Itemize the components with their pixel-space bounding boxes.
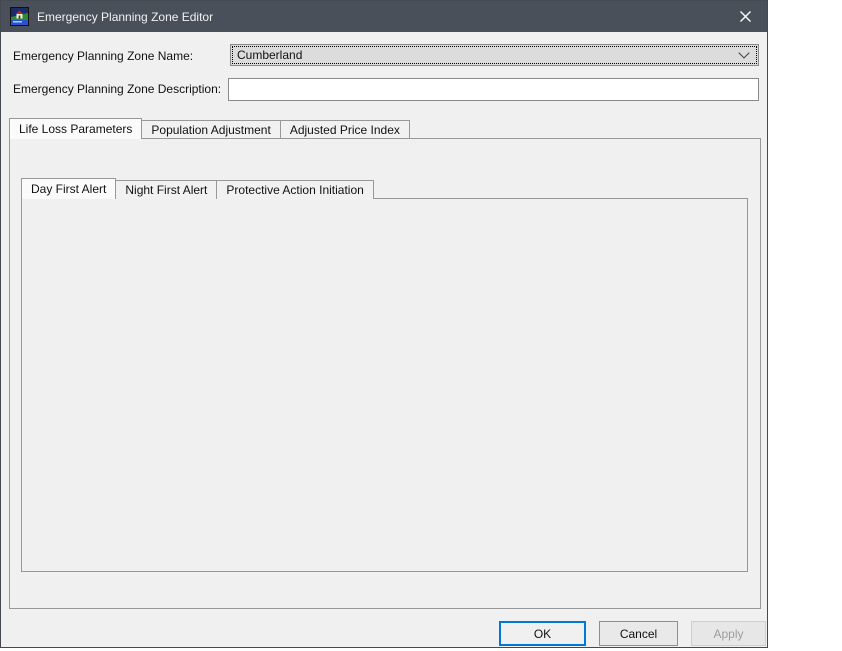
main-tab-bar: Life Loss Parameters Population Adjustme… <box>9 118 409 139</box>
alert-tab-bar: Day First Alert Night First Alert Protec… <box>21 178 373 199</box>
tab-population-adjustment[interactable]: Population Adjustment <box>141 120 280 139</box>
ok-button[interactable]: OK <box>499 621 586 646</box>
zone-description-input[interactable] <box>228 78 759 101</box>
close-button[interactable] <box>723 1 767 32</box>
day-first-alert-panel <box>21 198 748 572</box>
chevron-down-icon <box>738 47 749 58</box>
app-icon <box>10 7 29 26</box>
zone-name-label: Emergency Planning Zone Name: <box>13 49 193 63</box>
apply-button: Apply <box>691 621 766 646</box>
tab-day-first-alert[interactable]: Day First Alert <box>21 178 116 199</box>
zone-name-combobox[interactable]: Cumberland <box>230 44 759 66</box>
emergency-planning-zone-editor-dialog: Emergency Planning Zone Editor Emergency… <box>0 0 768 648</box>
window-title: Emergency Planning Zone Editor <box>37 10 213 24</box>
cancel-button[interactable]: Cancel <box>599 621 678 646</box>
zone-description-label: Emergency Planning Zone Description: <box>13 82 221 96</box>
title-bar: Emergency Planning Zone Editor <box>1 1 767 32</box>
close-icon <box>740 11 751 22</box>
tab-life-loss-parameters[interactable]: Life Loss Parameters <box>9 118 142 139</box>
zone-name-value: Cumberland <box>237 48 302 62</box>
tab-adjusted-price-index[interactable]: Adjusted Price Index <box>280 120 410 139</box>
tab-protective-action-initiation[interactable]: Protective Action Initiation <box>216 180 373 199</box>
tab-night-first-alert[interactable]: Night First Alert <box>115 180 217 199</box>
